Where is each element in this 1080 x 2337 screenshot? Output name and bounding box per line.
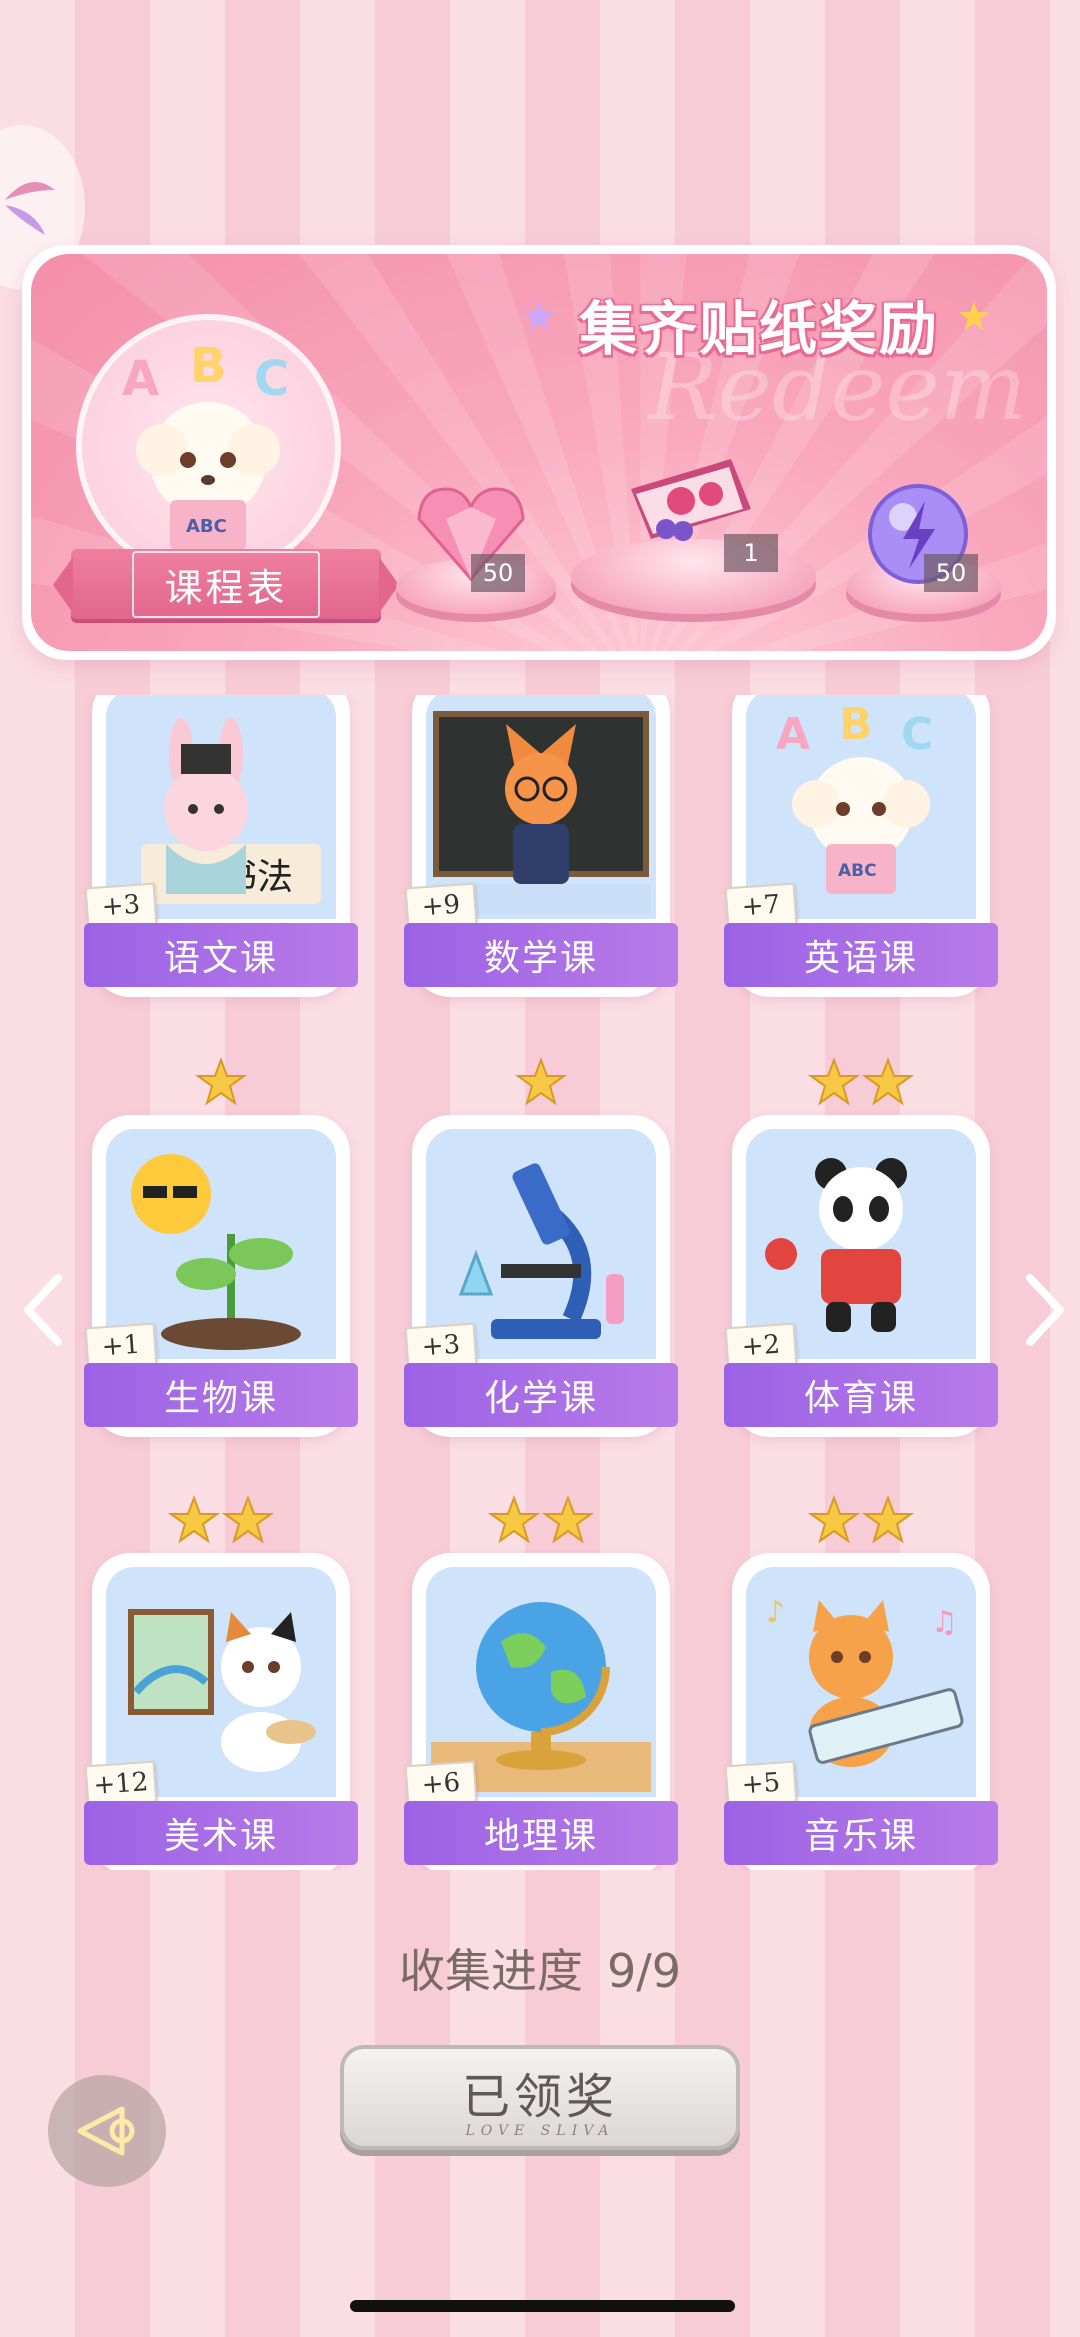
star-icon xyxy=(808,1057,860,1106)
schedule-label: 课程表 xyxy=(132,550,320,618)
svg-text:C: C xyxy=(901,709,933,760)
star-icon: ★ xyxy=(521,294,557,340)
subject-card[interactable]: +6 地理课 xyxy=(404,1553,678,1870)
subject-grid[interactable]: 书法 +3 语文课 +9 数学课 A B C ABC +7 英语课 +1 生物课… xyxy=(0,695,1080,1870)
subject-card[interactable]: +1 生物课 xyxy=(84,1115,358,1437)
star-rating xyxy=(412,1057,670,1113)
svg-text:B: B xyxy=(839,699,873,750)
subject-label: 语文课 xyxy=(84,923,358,987)
subject-card[interactable]: +12 美术课 xyxy=(84,1553,358,1870)
banner-title: 集齐贴纸奖励 xyxy=(579,295,940,363)
star-rating xyxy=(92,1057,350,1113)
claim-label: 已领奖 xyxy=(461,2068,618,2125)
subject-card[interactable]: +2 体育课 xyxy=(724,1115,998,1437)
svg-text:A: A xyxy=(122,351,159,407)
claimed-reward-button[interactable]: 已领奖 LOVE SLIVA xyxy=(340,2045,740,2150)
progress-value: 9/9 xyxy=(606,1944,682,1998)
schedule-button[interactable]: 课程表 xyxy=(53,549,399,619)
star-icon xyxy=(862,1057,914,1106)
subject-card[interactable]: A B C ABC +7 英语课 xyxy=(724,695,998,997)
svg-text:ABC: ABC xyxy=(838,861,877,881)
star-icon xyxy=(195,1057,247,1106)
subject-label: 数学课 xyxy=(404,923,678,987)
home-indicator[interactable] xyxy=(350,2300,735,2312)
subject-label: 美术课 xyxy=(84,1801,358,1865)
reward-banner: Redeem ★ 集齐贴纸奖励 ★ A B C ABC 课程表 50 1 50 xyxy=(22,245,1056,660)
subject-label: 音乐课 xyxy=(724,1801,998,1865)
svg-text:ABC: ABC xyxy=(186,516,227,537)
star-rating xyxy=(412,1495,670,1551)
subject-label: 英语课 xyxy=(724,923,998,987)
subject-card[interactable]: 书法 +3 语文课 xyxy=(84,695,358,997)
petal-icon xyxy=(5,182,55,235)
subject-card[interactable]: ♪ ♫ +5 音乐课 xyxy=(724,1553,998,1870)
star-icon: ★ xyxy=(956,294,992,340)
svg-text:A: A xyxy=(776,709,810,760)
subject-card[interactable]: +3 化学课 xyxy=(404,1115,678,1437)
collection-progress: 收集进度 9/9 xyxy=(0,1935,1080,2001)
subject-label: 化学课 xyxy=(404,1363,678,1427)
star-rating xyxy=(732,1495,990,1551)
back-arrow-icon xyxy=(77,2106,135,2156)
svg-text:C: C xyxy=(254,351,289,407)
subject-label: 体育课 xyxy=(724,1363,998,1427)
svg-text:B: B xyxy=(190,338,227,394)
svg-text:♪: ♪ xyxy=(766,1595,785,1630)
star-icon xyxy=(862,1495,914,1544)
puppy-abc-icon: A B C ABC xyxy=(122,338,289,550)
progress-label: 收集进度 xyxy=(398,1944,583,1998)
star-icon xyxy=(808,1495,860,1544)
star-icon xyxy=(542,1495,594,1544)
claim-sublabel: LOVE SLIVA xyxy=(465,2122,615,2139)
star-icon xyxy=(168,1495,220,1544)
star-icon xyxy=(515,1057,567,1106)
star-rating xyxy=(92,1495,350,1551)
subject-card[interactable]: +9 数学课 xyxy=(404,695,678,997)
star-icon xyxy=(488,1495,540,1544)
star-icon xyxy=(222,1495,274,1544)
back-button[interactable] xyxy=(48,2075,166,2187)
reward-count: 1 xyxy=(724,534,778,572)
svg-text:♫: ♫ xyxy=(931,1605,958,1640)
subject-label: 生物课 xyxy=(84,1363,358,1427)
reward-count: 50 xyxy=(471,554,525,592)
subject-label: 地理课 xyxy=(404,1801,678,1865)
reward-count: 50 xyxy=(924,554,978,592)
star-rating xyxy=(732,1057,990,1113)
schedule-mascot[interactable]: A B C ABC xyxy=(76,314,341,579)
